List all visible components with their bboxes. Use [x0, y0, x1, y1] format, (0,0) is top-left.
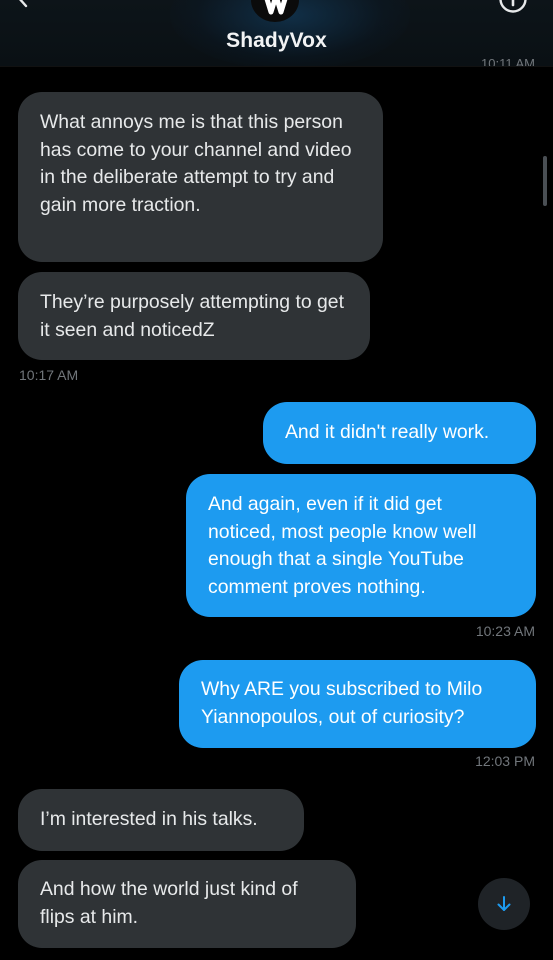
message-bubble-incoming[interactable]: What annoys me is that this person has c…	[18, 92, 383, 262]
avatar-logo-icon	[264, 0, 288, 15]
info-icon[interactable]	[498, 0, 528, 14]
back-arrow-icon[interactable]	[12, 0, 34, 8]
message-text: I’m interested in his talks.	[40, 808, 258, 830]
message-text: And it didn't really work.	[285, 421, 490, 443]
message-bubble-outgoing[interactable]: Why ARE you subscribed to Milo Yiannopou…	[179, 660, 536, 748]
message-bubble-incoming[interactable]: I’m interested in his talks.	[18, 789, 304, 851]
message-text: And how the world just kind of flips at …	[40, 878, 298, 928]
message-text: What annoys me is that this person has c…	[40, 111, 352, 216]
scroll-to-bottom-button[interactable]	[478, 878, 530, 930]
message-timestamp: 12:03 PM	[475, 753, 535, 769]
message-bubble-incoming[interactable]: They’re purposely attempting to get it s…	[18, 272, 370, 360]
scrollbar-thumb[interactable]	[543, 156, 547, 206]
arrow-down-icon	[497, 896, 511, 911]
message-bubble-incoming[interactable]: And how the world just kind of flips at …	[18, 860, 356, 948]
conversation-header: ShadyVox 10:11 AM	[0, 0, 553, 67]
message-text: And again, even if it did get noticed, m…	[208, 493, 477, 598]
previous-timestamp: 10:11 AM	[481, 56, 535, 66]
message-timestamp: 10:23 AM	[475, 623, 535, 639]
message-bubble-outgoing[interactable]: And it didn't really work.	[263, 402, 536, 464]
message-text: They’re purposely attempting to get it s…	[40, 291, 344, 341]
conversation-title[interactable]: ShadyVox	[0, 29, 553, 53]
message-timestamp: 10:17 AM	[19, 367, 79, 383]
message-bubble-outgoing[interactable]: And again, even if it did get noticed, m…	[186, 474, 536, 617]
message-text: Why ARE you subscribed to Milo Yiannopou…	[201, 678, 483, 728]
